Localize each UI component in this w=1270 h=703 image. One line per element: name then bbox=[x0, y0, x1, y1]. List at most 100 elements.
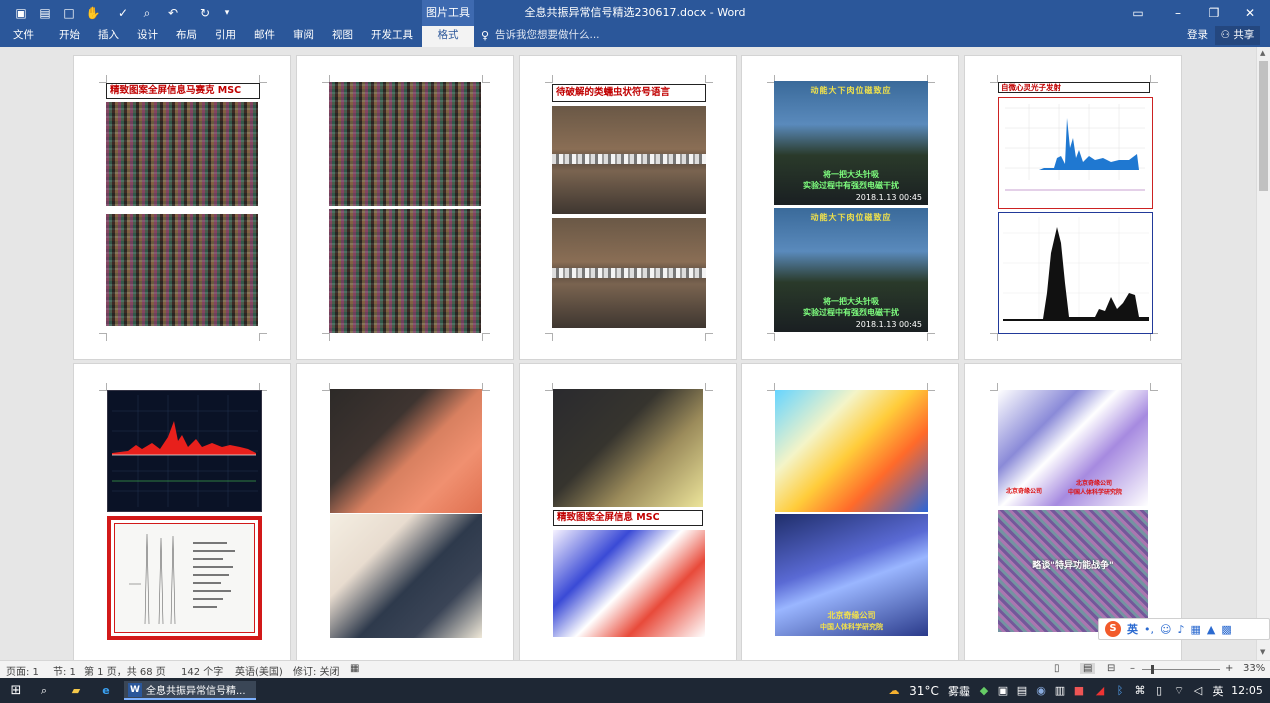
spelling-icon[interactable]: ✓ bbox=[114, 4, 132, 22]
tell-me-search[interactable]: 告诉我您想要做什么... bbox=[495, 26, 600, 47]
vertical-scrollbar[interactable]: ▲ ▼ bbox=[1256, 47, 1270, 660]
page-4[interactable]: 动能大下肉位磁致应 将一把大头针吸 实验过程中有强烈电磁干扰 2018.1.13… bbox=[741, 55, 959, 360]
worm-symbol-image[interactable] bbox=[552, 218, 706, 328]
scroll-down-icon[interactable]: ▼ bbox=[1260, 648, 1265, 656]
tray-app-icon[interactable]: ▤ bbox=[1015, 681, 1029, 700]
tab-developer[interactable]: 开发工具 bbox=[371, 26, 413, 47]
zoom-slider-thumb[interactable] bbox=[1151, 665, 1154, 674]
tab-review[interactable]: 审阅 bbox=[293, 26, 314, 47]
toolbox-icon[interactable]: ▩ bbox=[1221, 623, 1231, 636]
page-9[interactable]: 北京奇缘公司 中国人体科学研究院 bbox=[741, 363, 959, 660]
tab-design[interactable]: 设计 bbox=[137, 26, 158, 47]
weather-temperature[interactable]: 31°C bbox=[907, 681, 941, 700]
photo-image[interactable] bbox=[330, 389, 482, 513]
mosaic-image[interactable] bbox=[106, 102, 258, 206]
spectrum-chart[interactable] bbox=[998, 212, 1153, 334]
sign-in-link[interactable]: 登录 bbox=[1187, 26, 1208, 47]
tray-app-icon[interactable]: ■ bbox=[1072, 681, 1086, 700]
undo-icon[interactable]: ↶ bbox=[164, 4, 182, 22]
close-button[interactable]: ✕ bbox=[1230, 0, 1270, 26]
windows-start-icon[interactable]: ⊞ bbox=[6, 681, 26, 700]
battery-icon[interactable]: ▯ bbox=[1152, 681, 1166, 700]
scrollbar-thumb[interactable] bbox=[1259, 61, 1268, 191]
worm-symbol-image[interactable] bbox=[552, 106, 706, 214]
zoom-level[interactable]: 33% bbox=[1243, 663, 1265, 674]
tray-app-icon[interactable]: ⌘ bbox=[1133, 681, 1147, 700]
tab-file[interactable]: 文件 bbox=[13, 26, 34, 47]
status-section[interactable]: 节: 1 bbox=[53, 663, 76, 678]
volume-icon[interactable]: ◁ bbox=[1191, 681, 1205, 700]
search-icon[interactable]: ⌕ bbox=[34, 681, 54, 700]
tab-layout[interactable]: 布局 bbox=[176, 26, 197, 47]
psychedelic-image[interactable] bbox=[775, 390, 928, 512]
status-words[interactable]: 142 个字 bbox=[181, 663, 223, 678]
ime-toolbar[interactable]: S 英 •, ☺ ♪ ▦ ▲ ▩ bbox=[1098, 618, 1270, 640]
print-preview-icon[interactable]: ⌕ bbox=[138, 4, 156, 22]
tv-frame-image[interactable]: 动能大下肉位磁致应 将一把大头针吸 实验过程中有强烈电磁干扰 2018.1.13… bbox=[774, 81, 928, 205]
restore-button[interactable]: ❐ bbox=[1194, 0, 1234, 26]
taskbar-word-app[interactable]: W 全息共振异常信号精... bbox=[124, 681, 256, 700]
status-language[interactable]: 英语(美国) bbox=[235, 663, 283, 678]
bluetooth-icon[interactable]: ᛒ bbox=[1113, 681, 1127, 700]
open-icon[interactable]: ▤ bbox=[36, 4, 54, 22]
tab-home[interactable]: 开始 bbox=[59, 26, 80, 47]
noisy-text-image[interactable]: 略谈"特异功能战争" bbox=[998, 510, 1148, 632]
clock[interactable]: 12:05 bbox=[1230, 681, 1264, 700]
msc-image[interactable] bbox=[553, 530, 705, 637]
spoon-image[interactable]: 北京奇缘公司 中国人体科学研究院 bbox=[775, 514, 928, 636]
page-6[interactable] bbox=[73, 363, 291, 660]
nvidia-icon[interactable]: ◆ bbox=[977, 681, 991, 700]
status-page-of[interactable]: 第 1 页，共 68 页 bbox=[84, 663, 166, 678]
web-layout-icon[interactable]: ⊟ bbox=[1107, 663, 1115, 674]
photo-image[interactable] bbox=[330, 514, 482, 638]
edge-icon[interactable]: e bbox=[96, 681, 116, 700]
ime-lang[interactable]: 英 bbox=[1127, 621, 1138, 637]
zoom-out-button[interactable]: – bbox=[1130, 663, 1135, 674]
wifi-icon[interactable]: ⌔ bbox=[1172, 681, 1186, 700]
ime-indicator[interactable]: 英 bbox=[1210, 681, 1226, 700]
touch-mode-icon[interactable]: ✋ bbox=[84, 4, 102, 22]
page-5[interactable]: 自微心灵光子发射 bbox=[964, 55, 1182, 360]
tab-format[interactable]: 格式 bbox=[422, 26, 474, 47]
tab-insert[interactable]: 插入 bbox=[98, 26, 119, 47]
new-document-icon[interactable]: □ bbox=[60, 4, 78, 22]
tray-app-icon[interactable]: ◉ bbox=[1034, 681, 1048, 700]
weather-condition[interactable]: 雾霾 bbox=[945, 681, 973, 700]
zoom-in-button[interactable]: + bbox=[1225, 663, 1233, 674]
mosaic-image[interactable] bbox=[329, 82, 481, 206]
share-button[interactable]: ⚇ 共享 bbox=[1215, 26, 1260, 45]
handwritten-record-image[interactable] bbox=[107, 516, 262, 640]
customize-icon[interactable]: ▾ bbox=[218, 4, 236, 22]
mosaic-image[interactable] bbox=[106, 214, 258, 326]
page-3[interactable]: 待破解的类蠕虫状符号语言 bbox=[519, 55, 737, 360]
macro-icon[interactable]: ▦ bbox=[350, 663, 359, 674]
tab-mailings[interactable]: 邮件 bbox=[254, 26, 275, 47]
photo-image[interactable] bbox=[553, 389, 703, 507]
emoji-icon[interactable]: ☺ bbox=[1160, 623, 1171, 636]
page-8[interactable]: 精致图案全屏信息 MSC bbox=[519, 363, 737, 660]
ribbon-display-button[interactable]: ▭ bbox=[1118, 0, 1158, 26]
page-2[interactable] bbox=[296, 55, 514, 360]
tray-app-icon[interactable]: ▥ bbox=[1053, 681, 1067, 700]
minimize-button[interactable]: – bbox=[1158, 0, 1198, 26]
mic-icon[interactable]: ♪ bbox=[1177, 623, 1184, 636]
keyboard-icon[interactable]: ▦ bbox=[1191, 623, 1201, 636]
weather-icon[interactable]: ☁ bbox=[884, 681, 904, 700]
document-canvas[interactable]: 精致图案全屏信息马赛克 MSC 待破解的类蠕虫状符号语言 动能大下肉位磁致应 将… bbox=[0, 47, 1256, 660]
redo-icon[interactable]: ↻ bbox=[196, 4, 214, 22]
page-1[interactable]: 精致图案全屏信息马赛克 MSC bbox=[73, 55, 291, 360]
tab-references[interactable]: 引用 bbox=[215, 26, 236, 47]
page-7[interactable] bbox=[296, 363, 514, 660]
status-track-changes[interactable]: 修订: 关闭 bbox=[293, 663, 340, 678]
signal-chart[interactable] bbox=[107, 390, 262, 512]
file-explorer-icon[interactable]: ▰ bbox=[66, 681, 86, 700]
save-icon[interactable]: ▣ bbox=[12, 4, 30, 22]
status-page[interactable]: 页面: 1 bbox=[6, 663, 39, 678]
scroll-up-icon[interactable]: ▲ bbox=[1260, 49, 1265, 57]
tray-alert-icon[interactable]: ◢ bbox=[1093, 681, 1107, 700]
tab-view[interactable]: 视图 bbox=[332, 26, 353, 47]
tray-app-icon[interactable]: ▣ bbox=[996, 681, 1010, 700]
skin-icon[interactable]: ▲ bbox=[1207, 623, 1215, 636]
hand-image[interactable]: 北京奇缘公司 北京奇缘公司 中国人体科学研究院 bbox=[998, 390, 1148, 506]
photon-emission-chart[interactable] bbox=[998, 97, 1153, 209]
